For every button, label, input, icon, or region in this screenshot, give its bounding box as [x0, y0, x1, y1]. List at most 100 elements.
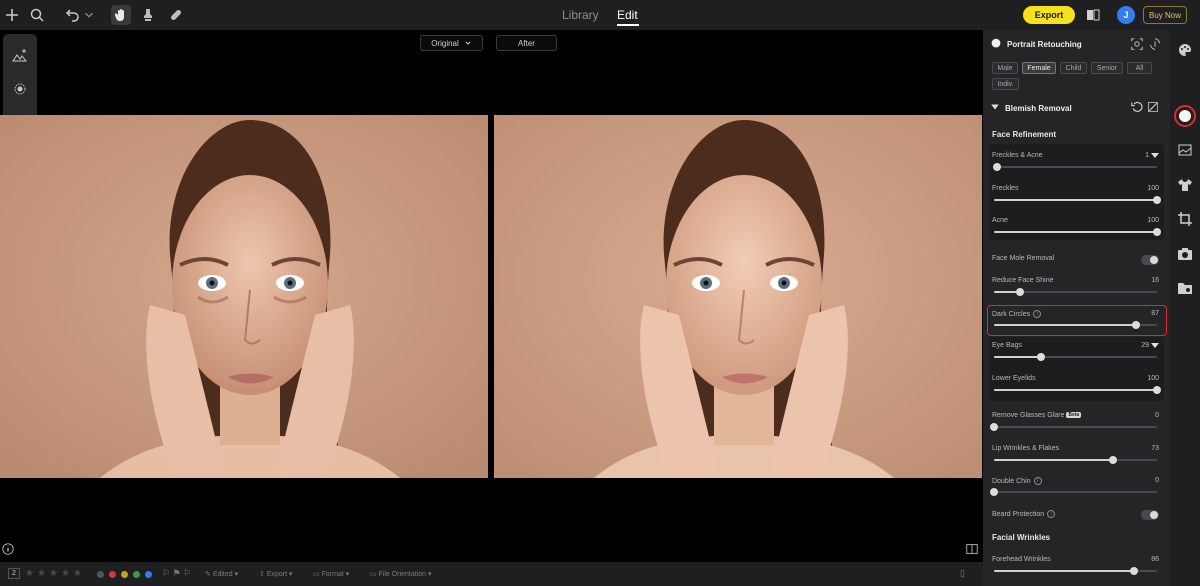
star-icon[interactable]: ★ [25, 568, 34, 579]
star-icon[interactable]: ★ [49, 568, 58, 579]
tab-library[interactable]: Library [562, 8, 599, 22]
slider-knob[interactable] [1016, 288, 1025, 296]
slider-knob[interactable] [1130, 567, 1139, 575]
camera-icon[interactable] [1177, 246, 1193, 262]
slider-lower-eyelids[interactable]: Lower Eyelids 100 [992, 375, 1161, 405]
toggle-switch[interactable] [1141, 255, 1159, 265]
chip-child[interactable]: Child [1060, 62, 1087, 74]
bandage-tool-icon[interactable] [166, 5, 186, 25]
collapse-triangle-icon[interactable] [990, 102, 1000, 112]
face-select-icon[interactable] [1130, 37, 1144, 51]
color-label-yellow[interactable] [121, 571, 128, 578]
info-icon[interactable]: i [1033, 310, 1042, 318]
color-label-green[interactable] [133, 571, 140, 578]
user-avatar[interactable]: J [1117, 6, 1135, 24]
star-icon[interactable]: ★ [61, 568, 70, 579]
chip-female[interactable]: Female [1022, 62, 1056, 74]
slider-track[interactable] [990, 423, 1157, 431]
reset-profile-icon[interactable] [1148, 37, 1162, 51]
toggle-switch[interactable] [1141, 510, 1159, 520]
slider-dark-circles[interactable]: Dark Circles i 87 [992, 310, 1159, 340]
slider-track[interactable] [994, 321, 1157, 329]
slider-forehead-wrinkles[interactable]: Forehead Wrinkles 86 [992, 556, 1159, 586]
slider-track[interactable] [994, 567, 1157, 575]
star-icon[interactable]: ★ [37, 568, 46, 579]
crop-icon[interactable] [1177, 211, 1193, 227]
slider-double-chin[interactable]: Double Chin i 0 [990, 477, 1159, 507]
slider-track[interactable] [993, 163, 1157, 171]
star-icon[interactable]: ★ [73, 568, 82, 579]
slider-label: Remove Glasses Glare [992, 412, 1065, 419]
edited-filter[interactable]: ✎ Edited ▾ [205, 570, 238, 578]
slider-track[interactable] [994, 288, 1157, 296]
slider-track[interactable] [994, 228, 1161, 236]
folder-export-icon[interactable] [1177, 280, 1193, 296]
chip-all[interactable]: All [1127, 62, 1152, 74]
brush-edit-icon[interactable] [1147, 101, 1159, 113]
dropdown-caret-icon[interactable] [1151, 343, 1159, 348]
slider-eye-bags[interactable]: Eye Bags 29 [992, 342, 1159, 372]
buy-now-button[interactable]: Buy Now [1143, 6, 1187, 24]
palette-icon[interactable] [1177, 42, 1193, 58]
slider-knob[interactable] [1153, 196, 1161, 204]
slider-knob[interactable] [1108, 456, 1117, 464]
rating-count-badge[interactable]: 2 [8, 568, 20, 579]
dropdown-caret-icon[interactable] [1151, 153, 1159, 158]
slider-lip-wrinkles[interactable]: Lip Wrinkles & Flakes 73 [992, 445, 1159, 475]
slider-track[interactable] [994, 196, 1161, 204]
stamp-tool-icon[interactable] [138, 5, 158, 25]
slider-track[interactable] [990, 488, 1157, 496]
color-label-red[interactable] [109, 571, 116, 578]
hand-tool-icon[interactable] [111, 5, 131, 25]
sun-burst-icon[interactable] [10, 79, 30, 99]
slider-value: 0 [1155, 412, 1159, 419]
photo-canvas[interactable]: Original After [0, 30, 983, 562]
color-label-none[interactable] [97, 571, 104, 578]
chip-male[interactable]: Male [992, 62, 1018, 74]
slider-freckles-acne[interactable]: Freckles & Acne 1 [992, 152, 1159, 182]
compare-mode-select[interactable]: Original [420, 35, 483, 51]
shirt-icon[interactable] [1177, 177, 1193, 193]
toggle-beard-protection[interactable]: Beard Protection i [992, 510, 1159, 524]
toggle-face-mole-removal[interactable]: Face Mole Removal [992, 255, 1159, 269]
chip-individual[interactable]: Indiv. [992, 78, 1019, 90]
chip-senior[interactable]: Senior [1091, 62, 1123, 74]
slider-track[interactable] [994, 456, 1157, 464]
flag-icons[interactable]: ⚐ ⚑ ⚐ [162, 568, 191, 579]
slider-track[interactable] [994, 386, 1161, 394]
color-label-blue[interactable] [145, 571, 152, 578]
slider-track[interactable] [994, 353, 1157, 361]
slider-freckles[interactable]: Freckles 100 [992, 185, 1161, 215]
slider-knob[interactable] [1037, 353, 1046, 361]
slider-knob[interactable] [1153, 386, 1161, 394]
portrait-face-icon[interactable] [1177, 108, 1193, 124]
search-icon[interactable] [27, 5, 47, 25]
chevron-down-icon[interactable] [82, 5, 96, 25]
landscape-icon[interactable] [1177, 142, 1193, 158]
ai-landscape-icon[interactable] [10, 46, 30, 66]
info-icon[interactable]: i [1033, 477, 1042, 485]
file-orientation-filter[interactable]: ▭ File Orientation ▾ [370, 570, 432, 578]
slider-acne[interactable]: Acne 100 [992, 217, 1161, 247]
undo-icon[interactable] [63, 5, 83, 25]
export-filter[interactable]: ⇪ Export ▾ [259, 570, 293, 578]
trash-icon[interactable]: ▯ [960, 568, 965, 579]
after-label-button[interactable]: After [496, 35, 557, 51]
slider-knob[interactable] [1153, 228, 1161, 236]
add-icon[interactable] [2, 5, 22, 25]
reset-icon[interactable] [1131, 101, 1143, 113]
info-icon[interactable] [1, 542, 15, 556]
slider-knob[interactable] [993, 163, 1002, 171]
slider-knob[interactable] [1131, 321, 1140, 329]
compare-view-icon[interactable] [1083, 5, 1103, 25]
slider-reduce-face-shine[interactable]: Reduce Face Shine 16 [992, 277, 1159, 307]
slider-remove-glasses-glare[interactable]: Remove Glasses Glare Beta 0 [990, 412, 1159, 442]
slider-knob[interactable] [990, 488, 998, 496]
info-icon[interactable]: i [1047, 510, 1056, 518]
format-filter[interactable]: ▭ Format ▾ [313, 570, 349, 578]
slider-knob[interactable] [990, 423, 998, 431]
blemish-removal-heading[interactable]: Blemish Removal [1005, 104, 1072, 113]
split-view-icon[interactable] [965, 542, 979, 556]
tab-edit[interactable]: Edit [617, 8, 638, 22]
export-button[interactable]: Export [1023, 6, 1075, 24]
